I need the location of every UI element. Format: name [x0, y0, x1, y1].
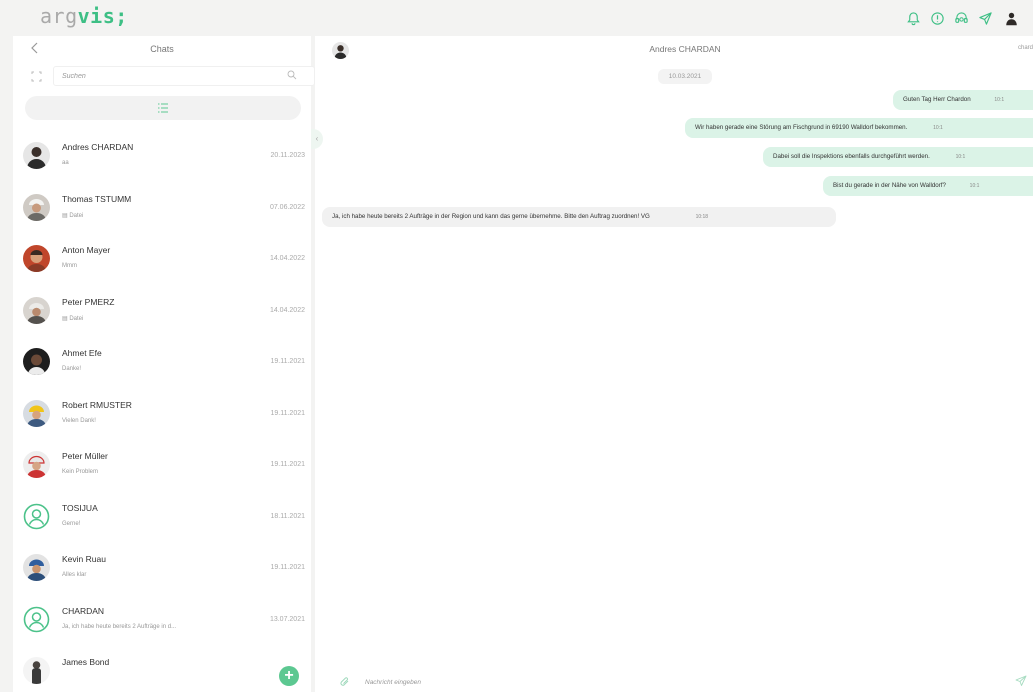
- message-outgoing: Bist du gerade in der Nähe von Walldorf?…: [823, 176, 1033, 196]
- message-text: Bist du gerade in der Nähe von Walldorf?: [833, 182, 946, 189]
- conversation-panel: Andres CHARDAN chard ‹ 10.03.2021 Guten …: [311, 36, 1033, 692]
- chat-date: 18.11.2021: [270, 512, 305, 520]
- chat-name: Peter Müller: [62, 451, 108, 461]
- chat-list-item[interactable]: Thomas TSTUMM ▤ Datei 07.06.2022: [13, 183, 311, 235]
- new-chat-button[interactable]: +: [279, 666, 299, 686]
- collapse-sidebar-chevron-icon[interactable]: ‹: [311, 129, 323, 149]
- chat-date: 19.11.2021: [270, 461, 305, 468]
- chat-date: 07.06.2022: [269, 203, 305, 211]
- chat-date: 14.04.2022: [269, 306, 305, 314]
- attachment-icon[interactable]: [339, 676, 351, 688]
- message-time: 10:1: [933, 125, 943, 131]
- message-outgoing: Guten Tag Herr Chardon 10:1: [893, 90, 1033, 110]
- chat-date: 14.04.2022: [269, 255, 305, 262]
- message-outgoing: Wir haben gerade eine Störung am Fischgr…: [685, 118, 1033, 138]
- message-time: 10:1: [994, 97, 1005, 103]
- avatar: [23, 503, 50, 530]
- message-text: Ja, ich habe heute bereits 2 Aufträge in…: [332, 213, 650, 220]
- chat-list-item[interactable]: Peter PMERZ ▤ Datei 14.04.2022: [13, 286, 311, 338]
- search-input[interactable]: [53, 66, 315, 86]
- sidebar-header: Chats: [13, 36, 311, 62]
- message-input[interactable]: [365, 674, 985, 690]
- message-text: Wir haben gerade eine Störung am Fischgr…: [695, 124, 908, 131]
- header-icons: [905, 8, 1021, 28]
- avatar: [23, 554, 50, 581]
- avatar: [23, 606, 50, 633]
- chat-preview: Mmm: [62, 263, 77, 269]
- current-user-label[interactable]: chard: [1018, 45, 1033, 51]
- filter-toggle[interactable]: [25, 96, 301, 120]
- chat-name: Andres CHARDAN: [62, 142, 134, 152]
- chat-preview: aa: [62, 160, 69, 166]
- avatar: [23, 657, 50, 684]
- chat-preview: Ja, ich habe heute bereits 2 Aufträge in…: [62, 623, 177, 630]
- top-bar: argvis;: [0, 0, 1033, 36]
- chat-name: TOSIJUA: [62, 502, 98, 513]
- avatar: [23, 451, 50, 478]
- sidebar-title: Chats: [150, 44, 174, 54]
- contact-name: Andres CHARDAN: [649, 44, 721, 54]
- support-icon[interactable]: [953, 10, 969, 26]
- chat-preview: Danke!: [62, 366, 82, 372]
- chat-preview: ▤ Datei: [62, 212, 84, 219]
- list-filter-icon: [158, 103, 168, 113]
- chat-list-item[interactable]: Peter Müller Kein Problem 19.11.2021: [13, 440, 311, 492]
- message-incoming: Ja, ich habe heute bereits 2 Aufträge in…: [322, 207, 836, 227]
- message-time: 10:18: [695, 214, 709, 220]
- chat-date: 19.11.2021: [270, 564, 305, 571]
- message-time: 10:1: [955, 154, 966, 160]
- select-icon[interactable]: [31, 71, 42, 82]
- chat-name: CHARDAN: [62, 605, 105, 616]
- chat-preview: Vielen Dank!: [62, 417, 96, 424]
- avatar: [23, 296, 50, 324]
- avatar: [23, 193, 50, 221]
- send-message-icon[interactable]: [1015, 675, 1027, 687]
- chat-name: Anton Mayer: [62, 245, 111, 255]
- user-avatar[interactable]: [1001, 8, 1021, 28]
- chat-list-item[interactable]: CHARDAN Ja, ich habe heute bereits 2 Auf…: [13, 595, 311, 647]
- chat-name: Kevin Ruau: [62, 554, 106, 564]
- search-bar: [27, 66, 315, 86]
- chat-name: Thomas TSTUMM: [62, 193, 132, 204]
- chat-name: Peter PMERZ: [62, 296, 115, 307]
- date-separator: 10.03.2021: [658, 69, 712, 84]
- send-icon[interactable]: [977, 10, 993, 26]
- message-composer: [315, 672, 1033, 692]
- chat-list-item[interactable]: TOSIJUA Gerne! 18.11.2021: [13, 492, 311, 544]
- chat-date: 20.11.2023: [270, 152, 305, 159]
- chat-list-item[interactable]: Andres CHARDAN aa 20.11.2023: [13, 131, 311, 183]
- chat-sidebar: Chats Andres CHARDAN aa 20.11.2023 Thoma…: [13, 36, 315, 692]
- chat-date: 13.07.2021: [269, 615, 305, 623]
- chat-preview: Alles klar: [62, 572, 87, 578]
- search-icon[interactable]: [287, 70, 297, 80]
- info-icon[interactable]: [929, 10, 945, 26]
- chat-list-item[interactable]: Ahmet Efe Danke! 19.11.2021: [13, 337, 311, 389]
- avatar: [23, 245, 50, 272]
- chat-date: 19.11.2021: [270, 409, 305, 417]
- chat-preview: Kein Problem: [62, 469, 99, 475]
- avatar: [23, 399, 50, 427]
- chat-name: Ahmet Efe: [62, 348, 102, 358]
- avatar: [23, 348, 50, 375]
- message-text: Dabei soll die Inspektions ebenfalls dur…: [773, 153, 930, 160]
- user-placeholder-icon: [23, 503, 50, 529]
- chat-list-item[interactable]: James Bond: [13, 646, 311, 692]
- message-time: 10:1: [969, 183, 980, 189]
- user-placeholder-icon: [23, 606, 50, 632]
- message-outgoing: Dabei soll die Inspektions ebenfalls dur…: [763, 147, 1033, 167]
- avatar: [23, 142, 50, 169]
- chat-preview: Gerne!: [62, 520, 81, 527]
- chat-name: James Bond: [62, 657, 110, 667]
- chat-list-item[interactable]: Robert RMUSTER Vielen Dank! 19.11.2021: [13, 389, 311, 441]
- chat-name: Robert RMUSTER: [62, 399, 132, 410]
- message-text: Guten Tag Herr Chardon: [903, 96, 971, 103]
- chat-list-item[interactable]: Anton Mayer Mmm 14.04.2022: [13, 234, 311, 286]
- chat-date: 19.11.2021: [270, 358, 305, 365]
- bell-icon[interactable]: [905, 10, 921, 26]
- chat-list: Andres CHARDAN aa 20.11.2023 Thomas TSTU…: [13, 131, 311, 692]
- chat-list-item[interactable]: Kevin Ruau Alles klar 19.11.2021: [13, 543, 311, 595]
- chat-preview: ▤ Datei: [62, 315, 84, 322]
- app-logo[interactable]: argvis;: [40, 4, 128, 28]
